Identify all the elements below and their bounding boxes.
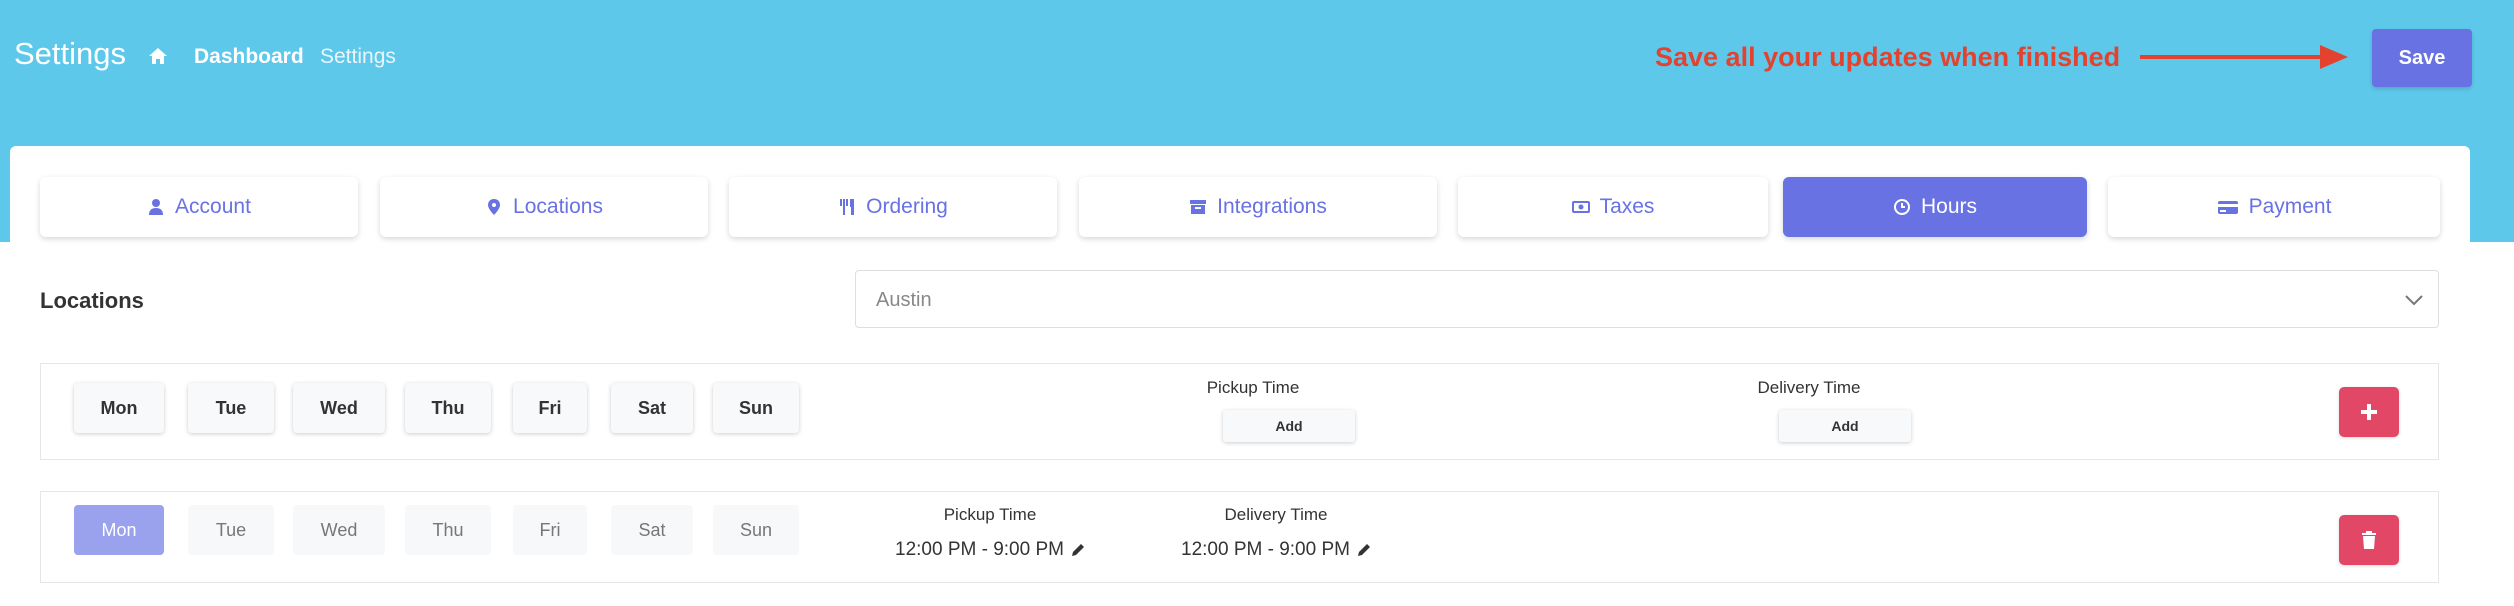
page-title: Settings [14, 36, 127, 71]
hours-entry-row: Mon Tue Wed Thu Fri Sat Sun Pickup Time … [40, 491, 2439, 583]
day-toggle-sun[interactable]: Sun [713, 383, 799, 433]
location-select-value: Austin [876, 289, 932, 311]
day-toggle-thu[interactable]: Thu [405, 383, 491, 433]
money-icon [1571, 201, 1590, 213]
day-toggle-mon[interactable]: Mon [74, 505, 164, 555]
add-hours-button[interactable] [2339, 387, 2399, 437]
trash-icon [2362, 531, 2376, 549]
utensils-icon [840, 199, 855, 215]
day-toggle-wed[interactable]: Wed [293, 383, 385, 433]
pencil-icon[interactable] [1070, 542, 1086, 558]
tab-label: Locations [513, 195, 603, 218]
delivery-time-text: 12:00 PM - 9:00 PM [1181, 539, 1350, 560]
delivery-time-title: Delivery Time [1224, 505, 1328, 524]
breadcrumb-settings: Settings [320, 45, 396, 68]
day-toggle-tue[interactable]: Tue [188, 383, 274, 433]
tab-integrations[interactable]: Integrations [1079, 177, 1437, 237]
locations-label: Locations [40, 288, 144, 313]
tab-hours[interactable]: Hours [1783, 177, 2087, 237]
tab-label: Integrations [1217, 195, 1327, 218]
save-button[interactable]: Save [2372, 29, 2472, 87]
credit-card-icon [2217, 201, 2238, 214]
tab-account[interactable]: Account [40, 177, 358, 237]
day-toggle-sun[interactable]: Sun [713, 505, 799, 555]
day-toggle-fri[interactable]: Fri [513, 383, 587, 433]
breadcrumb-dashboard[interactable]: Dashboard [194, 45, 304, 69]
pickup-time-text: 12:00 PM - 9:00 PM [895, 539, 1064, 560]
delivery-time-value[interactable]: 12:00 PM - 9:00 PM [1181, 539, 1372, 561]
day-toggle-thu[interactable]: Thu [405, 505, 491, 555]
location-select[interactable]: Austin [855, 270, 2439, 328]
tab-label: Ordering [866, 195, 948, 218]
map-pin-icon [488, 199, 501, 215]
delete-hours-button[interactable] [2339, 515, 2399, 565]
pickup-time-value[interactable]: 12:00 PM - 9:00 PM [895, 539, 1086, 561]
clock-icon [1893, 199, 1910, 215]
new-hours-row: Mon Tue Wed Thu Fri Sat Sun Pickup Time … [40, 363, 2439, 460]
arrow-right-icon [2140, 45, 2348, 69]
user-icon [149, 199, 164, 215]
pencil-icon[interactable] [1356, 542, 1372, 558]
chevron-down-icon [2405, 295, 2423, 306]
day-toggle-tue[interactable]: Tue [188, 505, 274, 555]
day-toggle-sat[interactable]: Sat [611, 383, 693, 433]
day-toggle-fri[interactable]: Fri [513, 505, 587, 555]
delivery-time-title: Delivery Time [1757, 378, 1861, 397]
tab-taxes[interactable]: Taxes [1458, 177, 1768, 237]
pickup-time-title: Pickup Time [1206, 378, 1300, 397]
tab-label: Hours [1920, 195, 1978, 218]
home-icon[interactable] [148, 46, 168, 66]
save-hint-annotation: Save all your updates when finished [1655, 42, 2121, 72]
tab-locations[interactable]: Locations [380, 177, 708, 237]
plus-icon [2361, 404, 2377, 420]
tab-ordering[interactable]: Ordering [729, 177, 1057, 237]
tab-payment[interactable]: Payment [2108, 177, 2440, 237]
archive-icon [1190, 200, 1207, 214]
day-toggle-wed[interactable]: Wed [293, 505, 385, 555]
pickup-time-title: Pickup Time [943, 505, 1037, 524]
day-toggle-mon[interactable]: Mon [74, 383, 164, 433]
tab-label: Payment [2248, 195, 2332, 218]
day-toggle-sat[interactable]: Sat [611, 505, 693, 555]
add-pickup-time-button[interactable]: Add [1223, 410, 1355, 442]
tab-label: Account [175, 195, 251, 218]
tab-label: Taxes [1599, 195, 1655, 218]
add-delivery-time-button[interactable]: Add [1779, 410, 1911, 442]
